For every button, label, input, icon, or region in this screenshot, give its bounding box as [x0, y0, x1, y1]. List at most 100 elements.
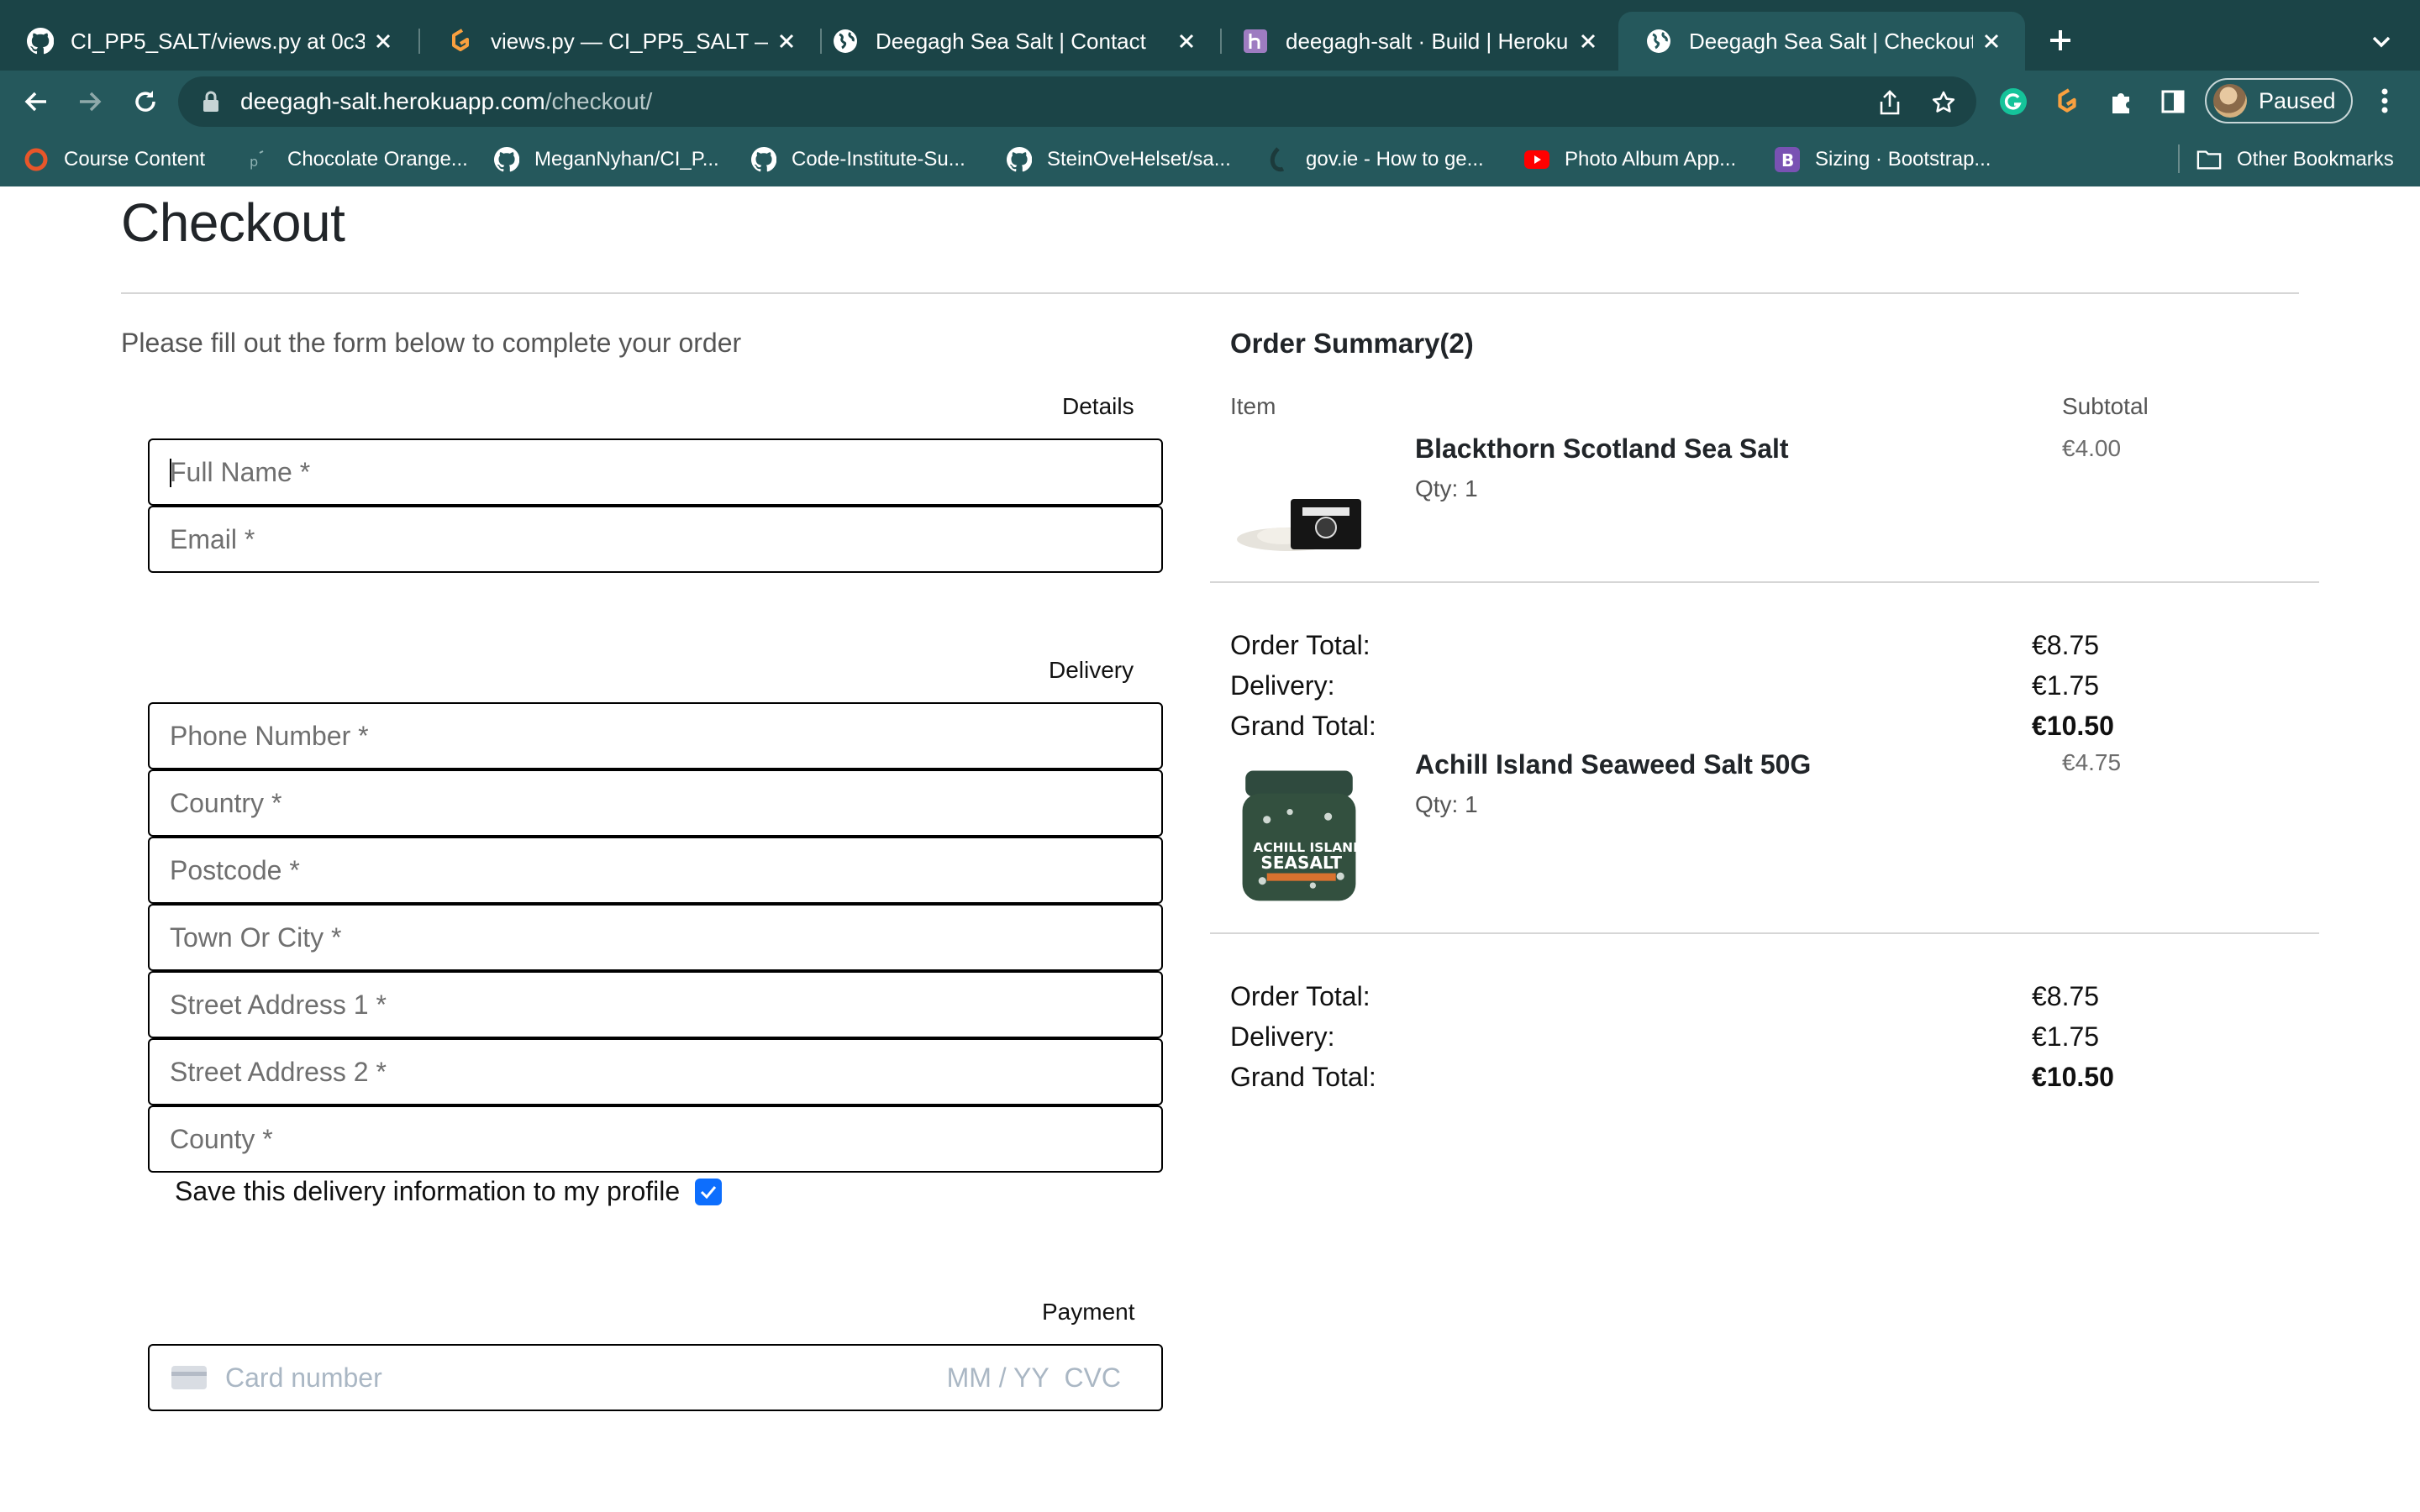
- delivery-label: Delivery:: [1230, 1021, 1335, 1052]
- close-icon[interactable]: [365, 23, 402, 60]
- country-input[interactable]: [170, 787, 1161, 819]
- phone-input[interactable]: [170, 720, 1161, 752]
- tab-gitpod-views[interactable]: views.py — CI_PP5_SALT — Gi: [420, 12, 820, 71]
- card-expiry-input[interactable]: MM / YY: [947, 1362, 1050, 1393]
- bookmark-course-content[interactable]: Course Content: [24, 143, 205, 176]
- item-name: Achill Island Seaweed Salt 50G: [1415, 749, 1812, 780]
- tab-title: views.py — CI_PP5_SALT — Gi: [491, 28, 768, 54]
- order-total-value: €8.75: [2032, 981, 2100, 1011]
- postcode-field[interactable]: [148, 837, 1163, 904]
- gitpod-extension-icon[interactable]: [2052, 87, 2082, 117]
- bookmark-megannyhan[interactable]: MeganNyhan/CI_P...: [494, 143, 719, 176]
- forward-button[interactable]: [71, 82, 109, 121]
- bookmark-label: Code-Institute-Su...: [792, 148, 965, 171]
- product-image-achill: ACHILL ISLAND SEASALT: [1236, 766, 1364, 904]
- close-icon[interactable]: [768, 23, 805, 60]
- other-bookmarks[interactable]: Other Bookmarks: [2196, 143, 2394, 176]
- full-name-input[interactable]: [170, 456, 1161, 488]
- grand-total-label: Grand Total:: [1230, 711, 1376, 741]
- phone-field[interactable]: [148, 702, 1163, 769]
- star-icon[interactable]: [1929, 88, 1958, 117]
- save-info-checkbox[interactable]: [695, 1178, 723, 1205]
- item-qty: Qty: 1: [1415, 475, 1478, 501]
- grand-total-value: €10.50: [2032, 711, 2114, 741]
- profile-button[interactable]: Paused: [2205, 78, 2353, 123]
- share-icon[interactable]: [1876, 88, 1904, 117]
- close-icon[interactable]: [1973, 23, 2010, 60]
- bookmark-label: gov.ie - How to ge...: [1306, 148, 1484, 171]
- item-column-header: Item: [1230, 393, 1276, 419]
- address-bar[interactable]: deegagh-salt.herokuapp.com/checkout/: [178, 76, 1976, 127]
- title-divider: [121, 292, 2299, 294]
- card-cvc-input[interactable]: CVC: [1064, 1362, 1121, 1393]
- details-legend: Details: [1062, 393, 1134, 419]
- country-field[interactable]: [148, 769, 1163, 837]
- menu-button[interactable]: [2370, 84, 2400, 118]
- street-address-2-input[interactable]: [170, 1056, 1161, 1088]
- email-field[interactable]: [148, 506, 1163, 573]
- other-bookmarks-label: Other Bookmarks: [2237, 148, 2394, 171]
- svg-text:SEASALT: SEASALT: [1260, 853, 1342, 873]
- new-tab-button[interactable]: [2042, 22, 2079, 59]
- bootstrap-icon: B: [1775, 147, 1800, 172]
- plus-icon: [2050, 30, 2070, 50]
- bookmark-chocolate-orange[interactable]: p Chocolate Orange...: [247, 143, 468, 176]
- full-name-field[interactable]: [148, 438, 1163, 506]
- delivery-label: Delivery:: [1230, 670, 1335, 701]
- close-icon[interactable]: [1570, 23, 1607, 60]
- globe-icon: [834, 29, 857, 53]
- tab-title: Deegagh Sea Salt | Checkout: [1689, 28, 1973, 54]
- tab-github-views[interactable]: CI_PP5_SALT/views.py at 0c38: [0, 12, 417, 71]
- arrow-left-icon: [24, 92, 46, 112]
- github-icon: [27, 28, 54, 55]
- subtotal-column-header: Subtotal: [2062, 393, 2149, 419]
- item-subtotal: €4.00: [2062, 435, 2122, 461]
- tab-checkout-active[interactable]: Deegagh Sea Salt | Checkout: [1618, 12, 2025, 71]
- tab-title: CI_PP5_SALT/views.py at 0c38: [71, 28, 365, 54]
- street-address-1-field[interactable]: [148, 971, 1163, 1038]
- tab-heroku[interactable]: deegagh-salt · Build | Heroku: [1215, 12, 1622, 71]
- side-panel-icon[interactable]: [2158, 87, 2188, 117]
- tab-contact[interactable]: Deegagh Sea Salt | Contact: [805, 12, 1220, 71]
- back-button[interactable]: [17, 82, 55, 121]
- bookmarks-bar: Course Content p Chocolate Orange... Meg…: [0, 133, 2420, 186]
- street-address-1-input[interactable]: [170, 989, 1161, 1021]
- item-subtotal: €4.75: [2062, 749, 2122, 775]
- bookmark-steinovehelset[interactable]: SteinOveHelset/sa...: [1007, 143, 1231, 176]
- delivery-legend: Delivery: [1049, 657, 1134, 683]
- order-total-label: Order Total:: [1230, 981, 1370, 1011]
- item-name: Blackthorn Scotland Sea Salt: [1415, 433, 1789, 464]
- tab-search-button[interactable]: [2365, 25, 2398, 59]
- lock-icon: [203, 91, 218, 112]
- payment-legend: Payment: [1042, 1299, 1135, 1325]
- county-input[interactable]: [170, 1123, 1161, 1155]
- globe-icon: [1647, 29, 1670, 53]
- order-total-value: €8.75: [2032, 630, 2100, 660]
- bookmark-label: SteinOveHelset/sa...: [1047, 148, 1231, 171]
- street-address-2-field[interactable]: [148, 1038, 1163, 1105]
- reload-button[interactable]: [126, 82, 165, 121]
- url-path: /checkout/: [544, 88, 653, 114]
- card-number-input[interactable]: Card number: [225, 1362, 382, 1394]
- tab-title: Deegagh Sea Salt | Contact: [876, 28, 1146, 54]
- town-input[interactable]: [170, 921, 1161, 953]
- bookmark-bootstrap-sizing[interactable]: B Sizing · Bootstrap...: [1775, 143, 1991, 176]
- card-element[interactable]: Card number MM / YY CVC: [148, 1344, 1163, 1411]
- postcode-input[interactable]: [170, 854, 1161, 886]
- checkmark-icon: [701, 1185, 717, 1199]
- town-field[interactable]: [148, 904, 1163, 971]
- bookmark-code-institute[interactable]: Code-Institute-Su...: [751, 143, 965, 176]
- avatar: [2213, 84, 2247, 118]
- county-field[interactable]: [148, 1105, 1163, 1173]
- bookmark-gov-ie[interactable]: gov.ie - How to ge...: [1265, 143, 1484, 176]
- bookmark-photo-album[interactable]: Photo Album App...: [1524, 143, 1736, 176]
- order-total-label: Order Total:: [1230, 630, 1370, 660]
- puzzle-icon[interactable]: [2106, 87, 2136, 117]
- checkout-page: Checkout Please fill out the form below …: [0, 186, 2420, 1512]
- close-icon[interactable]: [1168, 23, 1205, 60]
- youtube-icon: [1524, 147, 1549, 172]
- summary-divider: [1210, 932, 2319, 934]
- email-input[interactable]: [170, 523, 1161, 555]
- grammarly-icon[interactable]: [1998, 87, 2028, 117]
- chevron-down-icon: [2372, 36, 2391, 48]
